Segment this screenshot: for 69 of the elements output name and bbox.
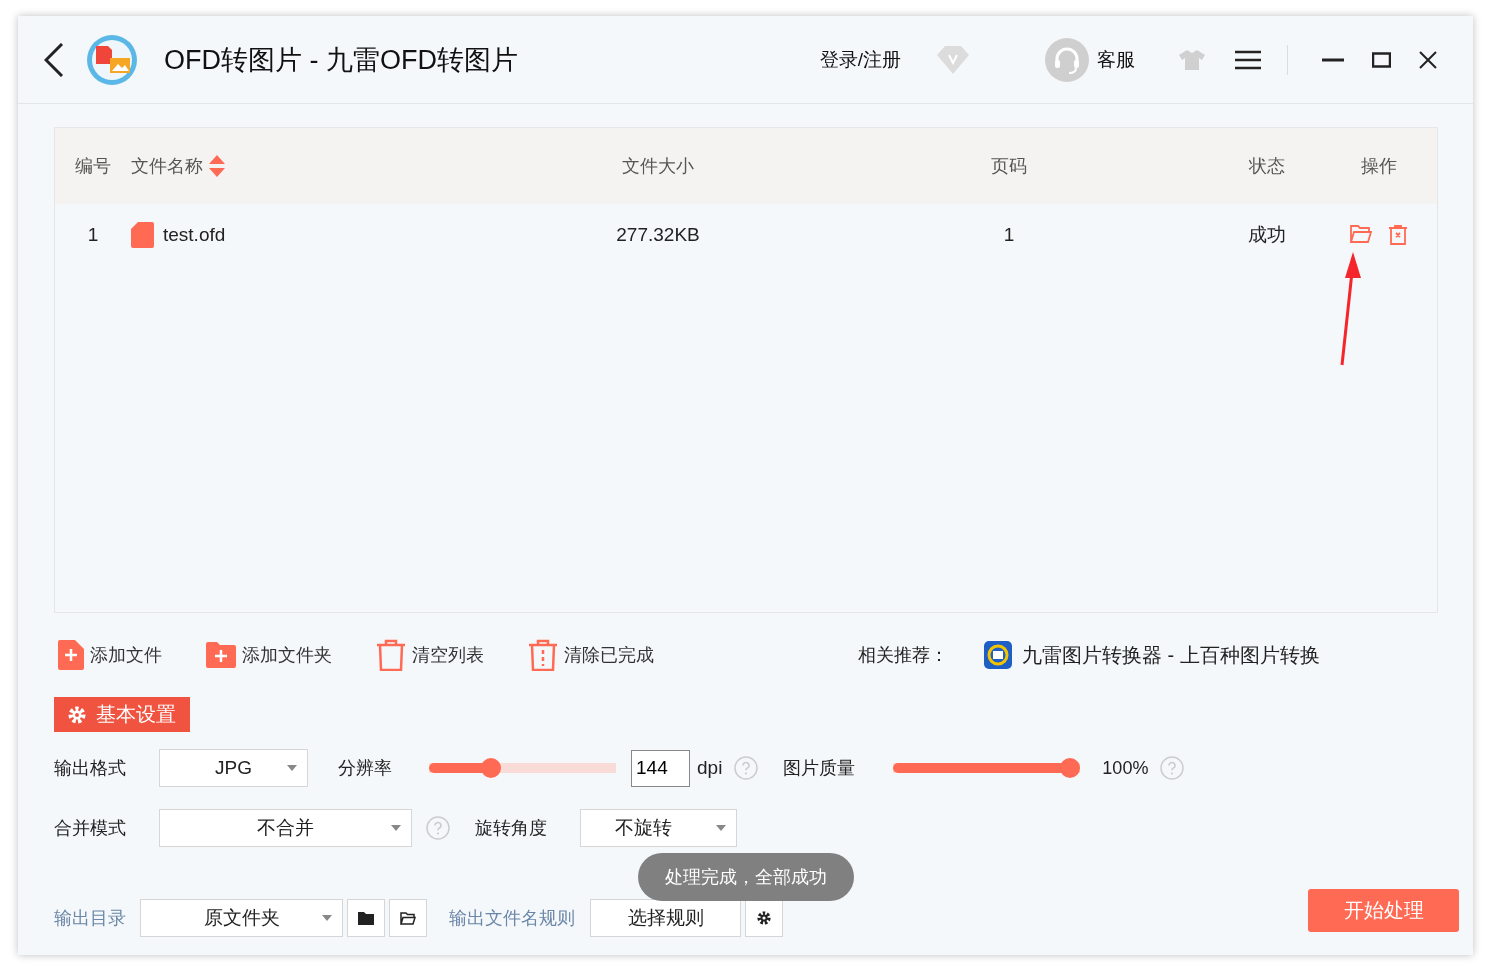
login-link[interactable]: 登录/注册 — [819, 46, 901, 73]
app-logo-icon — [86, 33, 138, 86]
caret-icon — [322, 915, 332, 921]
caret-icon — [391, 825, 401, 831]
field-label: 旋转角度 — [475, 817, 547, 840]
caret-icon — [716, 825, 726, 831]
delete-icon[interactable] — [1387, 225, 1408, 245]
support-link[interactable]: 客服 — [1097, 46, 1135, 73]
open-folder-icon — [400, 911, 416, 925]
toolbar-button[interactable]: 添加文件 — [58, 640, 162, 670]
file-icon — [131, 222, 154, 248]
rotate-dropdown[interactable]: 不旋转 — [580, 809, 737, 847]
tshirt-icon[interactable] — [1179, 49, 1205, 70]
rule-button[interactable]: 选择规则 — [590, 899, 741, 937]
table-cell: test.ofd — [163, 224, 226, 246]
output-dir-dropdown[interactable]: 原文件夹 — [140, 899, 343, 937]
toolbar-button[interactable]: 清除已完成 — [528, 639, 654, 671]
folder-icon — [358, 911, 374, 925]
app-logo-icon — [984, 641, 1012, 669]
column-header: 文件大小 — [622, 155, 694, 178]
column-header: 状态 — [1248, 155, 1285, 178]
table-cell-text: 成功 — [1247, 223, 1286, 247]
table-cell: 277.32KB — [616, 224, 700, 246]
sort-icon[interactable] — [209, 155, 225, 177]
toolbar-button[interactable]: 添加文件夹 — [206, 642, 332, 668]
trash-icon — [376, 639, 406, 671]
trash-icon — [528, 639, 558, 671]
open-folder-icon[interactable] — [1349, 225, 1372, 243]
add-folder-icon — [206, 642, 236, 668]
column-header: 文件名称 — [131, 155, 203, 178]
quality-reading: 100% — [1102, 757, 1149, 779]
field-label: 图片质量 — [783, 757, 856, 780]
field-label: 输出目录 — [54, 907, 126, 930]
close-icon[interactable] — [1419, 50, 1437, 69]
open-folder-button[interactable] — [389, 899, 427, 937]
column-header: 编号 — [75, 155, 111, 178]
rule-settings-button[interactable] — [745, 899, 783, 937]
recommend-label: 相关推荐： — [858, 644, 948, 667]
unit-label: dpi — [697, 757, 723, 779]
minimize-icon[interactable] — [1322, 57, 1344, 62]
table-cell: 1 — [87, 224, 99, 246]
field-label: 输出文件名规则 — [449, 907, 575, 930]
window-title: OFD转图片 - 九雷OFD转图片 — [164, 43, 518, 77]
field-label: 输出格式 — [54, 757, 126, 780]
help-icon[interactable] — [1160, 756, 1185, 780]
slider-thumb[interactable] — [1060, 758, 1081, 778]
field-label: 合并模式 — [54, 817, 126, 840]
menu-icon[interactable] — [1235, 49, 1261, 70]
caret-icon — [287, 765, 297, 771]
merge-dropdown[interactable]: 不合并 — [159, 809, 412, 847]
recommend-link[interactable]: 九雷图片转换器 - 上百种图片转换 — [984, 641, 1320, 669]
gear-icon — [757, 911, 771, 925]
gear-icon — [68, 705, 86, 724]
help-icon[interactable] — [734, 756, 759, 780]
folder-button[interactable] — [347, 899, 385, 937]
headset-icon[interactable] — [1045, 37, 1089, 82]
help-icon[interactable] — [426, 816, 450, 840]
maximize-icon[interactable] — [1372, 51, 1391, 68]
dpi-input[interactable]: 144 — [631, 749, 690, 787]
toast-message: 处理完成，全部成功 — [638, 853, 854, 901]
add-file-icon — [58, 640, 84, 670]
field-label: 分辨率 — [338, 757, 392, 780]
table-cell: 1 — [1003, 224, 1015, 246]
toolbar-button[interactable]: 清空列表 — [376, 639, 484, 671]
slider-thumb[interactable] — [480, 758, 501, 778]
column-header: 操作 — [1360, 155, 1397, 178]
back-icon[interactable] — [44, 42, 64, 77]
column-header: 页码 — [991, 155, 1027, 178]
format-dropdown[interactable]: JPG — [159, 749, 308, 787]
